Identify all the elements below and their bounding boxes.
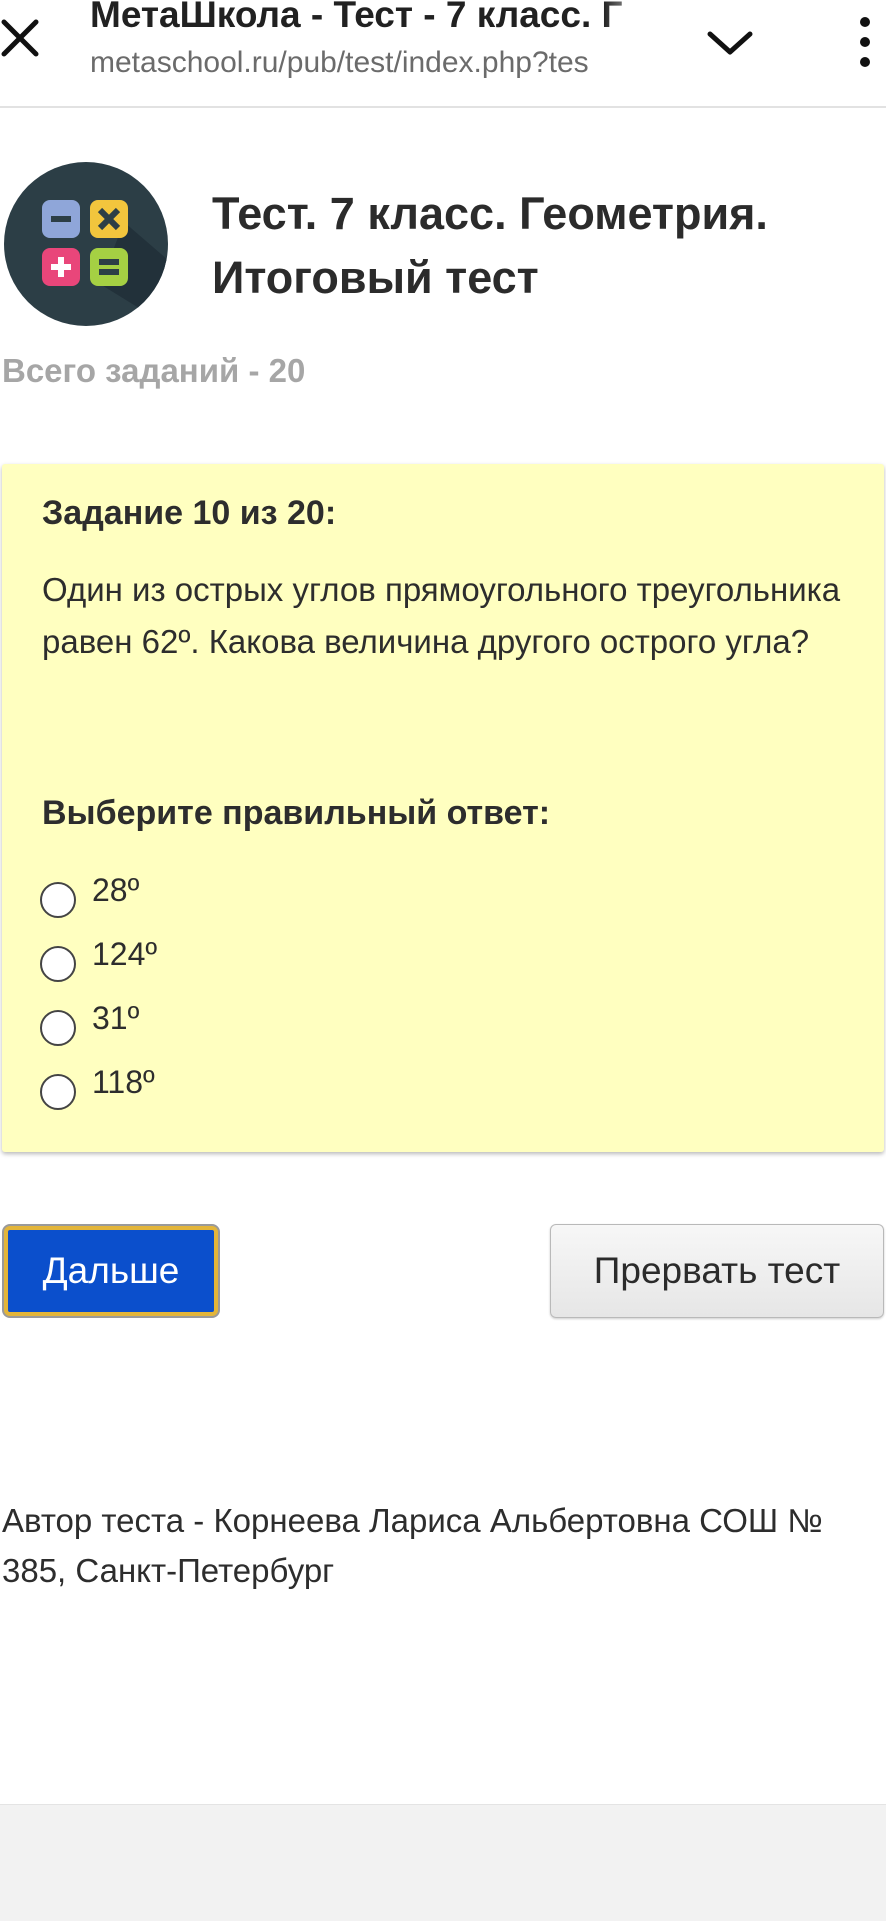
close-icon: [1, 19, 39, 57]
answer-option[interactable]: 28º: [40, 872, 440, 922]
radio-button[interactable]: [40, 1010, 76, 1046]
title-line-1: Тест. 7 класс. Геометрия.: [212, 188, 768, 239]
answer-option[interactable]: 124º: [40, 936, 440, 986]
answer-label: 118º: [92, 1064, 155, 1100]
page-title: Тест. 7 класс. Геометрия. Итоговый тест: [212, 182, 872, 310]
expand-toolbar-button[interactable]: [700, 18, 760, 62]
page-tab-title: МетаШкола - Тест - 7 класс. Г: [90, 0, 623, 35]
site-logo: [4, 162, 168, 326]
answer-label: 124º: [92, 936, 158, 972]
radio-button[interactable]: [40, 946, 76, 982]
task-total-count: Всего заданий - 20: [2, 352, 306, 389]
title-line-2: Итоговый тест: [212, 252, 539, 303]
bottom-bar: [0, 1804, 886, 1921]
test-author: Автор теста - Корнеева Лариса Альбертовн…: [2, 1502, 823, 1589]
task-number: Задание 10 из 20:: [42, 494, 337, 532]
answer-option[interactable]: 31º: [40, 1000, 440, 1050]
close-tab-button[interactable]: [0, 10, 44, 66]
abort-test-button[interactable]: Прервать тест: [550, 1224, 884, 1318]
chevron-down-icon: [707, 31, 753, 55]
radio-button[interactable]: [40, 882, 76, 918]
next-button[interactable]: Дальше: [4, 1226, 218, 1316]
url-bar[interactable]: metaschool.ru/pub/test/index.php?tes: [90, 46, 660, 86]
answer-label: 28º: [92, 872, 140, 908]
question-card: Задание 10 из 20: Один из острых углов п…: [2, 464, 884, 1152]
menu-button[interactable]: [850, 12, 880, 72]
radio-button[interactable]: [40, 1074, 76, 1110]
calculator-icon: [4, 162, 168, 326]
answer-option[interactable]: 118º: [40, 1064, 440, 1114]
answer-label: 31º: [92, 1000, 140, 1036]
more-vert-icon: [860, 17, 870, 67]
answer-prompt: Выберите правильный ответ:: [42, 794, 551, 832]
browser-toolbar: МетаШкола - Тест - 7 класс. Г metaschool…: [0, 0, 886, 108]
question-text: Один из острых углов прямоугольного треу…: [42, 571, 841, 660]
